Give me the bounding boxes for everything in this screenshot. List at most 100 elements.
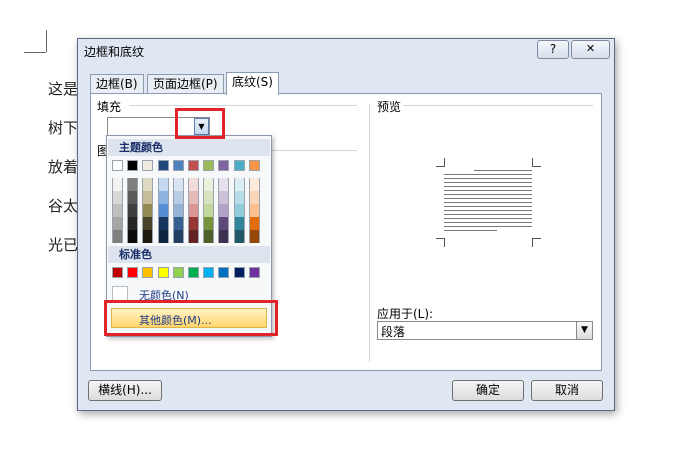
color-swatch[interactable] [233, 230, 245, 243]
color-swatch[interactable] [248, 230, 260, 243]
color-swatch[interactable] [233, 191, 245, 204]
dialog-title: 边框和底纹 [84, 45, 145, 59]
color-swatch[interactable] [248, 204, 260, 217]
color-swatch[interactable] [188, 160, 199, 171]
fill-group-divider [129, 105, 357, 106]
color-swatch[interactable] [233, 204, 245, 217]
color-swatch[interactable] [142, 230, 154, 243]
color-swatch[interactable] [112, 160, 123, 171]
color-swatch[interactable] [248, 160, 260, 171]
doc-text-line: 谷太 [48, 197, 79, 215]
color-swatch[interactable] [248, 267, 260, 278]
color-swatch[interactable] [248, 217, 260, 230]
color-swatch[interactable] [203, 191, 215, 204]
ok-button[interactable]: 确定 [452, 380, 524, 401]
color-swatch[interactable] [172, 217, 184, 230]
apply-to-label: 应用于(L): [377, 307, 434, 321]
color-swatch[interactable] [188, 178, 199, 191]
color-swatch[interactable] [188, 204, 199, 217]
color-swatch[interactable] [157, 230, 169, 243]
preview-line [444, 218, 532, 219]
cancel-button[interactable]: 取消 [531, 380, 603, 401]
preview-line [444, 174, 532, 175]
preview-line [444, 210, 532, 211]
color-swatch[interactable] [157, 191, 169, 204]
color-swatch[interactable] [172, 230, 184, 243]
tab-shading[interactable]: 底纹(S) [226, 72, 279, 95]
color-swatch[interactable] [203, 160, 215, 171]
color-swatch[interactable] [157, 204, 169, 217]
color-swatch[interactable] [218, 217, 230, 230]
color-swatch[interactable] [112, 191, 123, 204]
color-swatch[interactable] [203, 267, 215, 278]
color-swatch[interactable] [127, 217, 139, 230]
horizontal-line-button[interactable]: 横线(H)... [88, 380, 162, 401]
color-swatch[interactable] [188, 267, 199, 278]
theme-colors-header: 主题颜色 [108, 139, 270, 156]
preview-divider [403, 105, 593, 106]
color-swatch[interactable] [142, 217, 154, 230]
fill-group-label: 填充 [97, 100, 122, 114]
color-swatch[interactable] [127, 191, 139, 204]
close-button[interactable]: ✕ [571, 40, 610, 59]
color-swatch[interactable] [142, 160, 154, 171]
color-swatch[interactable] [112, 267, 123, 278]
doc-text-line: 这是 [48, 80, 79, 98]
color-swatch[interactable] [127, 267, 139, 278]
color-swatch[interactable] [233, 160, 245, 171]
color-swatch[interactable] [172, 178, 184, 191]
color-swatch[interactable] [157, 178, 169, 191]
color-swatch[interactable] [127, 160, 139, 171]
tab-page-border[interactable]: 页面边框(P) [147, 74, 224, 93]
color-swatch[interactable] [188, 191, 199, 204]
apply-to-select[interactable]: 段落 ▼ [377, 321, 593, 340]
color-swatch[interactable] [233, 267, 245, 278]
color-swatch[interactable] [172, 191, 184, 204]
color-swatch[interactable] [142, 178, 154, 191]
color-swatch[interactable] [233, 217, 245, 230]
color-swatch[interactable] [112, 204, 123, 217]
color-swatch[interactable] [218, 160, 230, 171]
help-button[interactable]: ? [537, 40, 569, 59]
color-swatch[interactable] [203, 178, 215, 191]
color-swatch[interactable] [172, 160, 184, 171]
color-swatch[interactable] [218, 230, 230, 243]
color-swatch[interactable] [188, 217, 199, 230]
preview-line [444, 194, 532, 195]
color-swatch[interactable] [127, 230, 139, 243]
color-swatch[interactable] [188, 230, 199, 243]
color-swatch[interactable] [142, 204, 154, 217]
chevron-down-icon[interactable]: ▼ [576, 322, 592, 339]
doc-text-line: 光已 [48, 236, 79, 254]
color-swatch[interactable] [203, 230, 215, 243]
tab-borders[interactable]: 边框(B) [90, 74, 144, 93]
preview-line [444, 202, 532, 203]
color-swatch[interactable] [112, 178, 123, 191]
highlight-box-dropdown [175, 108, 225, 139]
color-swatch[interactable] [172, 204, 184, 217]
color-swatch[interactable] [203, 217, 215, 230]
color-swatch[interactable] [157, 267, 169, 278]
color-swatch[interactable] [233, 178, 245, 191]
preview-line [444, 186, 532, 187]
preview-crop-mark [532, 158, 541, 167]
color-swatch[interactable] [112, 217, 123, 230]
color-swatch[interactable] [218, 191, 230, 204]
color-swatch[interactable] [142, 267, 154, 278]
color-swatch[interactable] [218, 204, 230, 217]
color-swatch[interactable] [172, 267, 184, 278]
preview-crop-mark [436, 158, 445, 167]
color-swatch[interactable] [127, 178, 139, 191]
color-swatch[interactable] [157, 217, 169, 230]
color-swatch[interactable] [248, 178, 260, 191]
color-swatch[interactable] [112, 230, 123, 243]
preview-line [474, 170, 532, 171]
page-margin-corner-h [24, 52, 46, 53]
color-swatch[interactable] [142, 191, 154, 204]
color-swatch[interactable] [218, 267, 230, 278]
color-swatch[interactable] [218, 178, 230, 191]
color-swatch[interactable] [203, 204, 215, 217]
color-swatch[interactable] [157, 160, 169, 171]
color-swatch[interactable] [248, 191, 260, 204]
color-swatch[interactable] [127, 204, 139, 217]
